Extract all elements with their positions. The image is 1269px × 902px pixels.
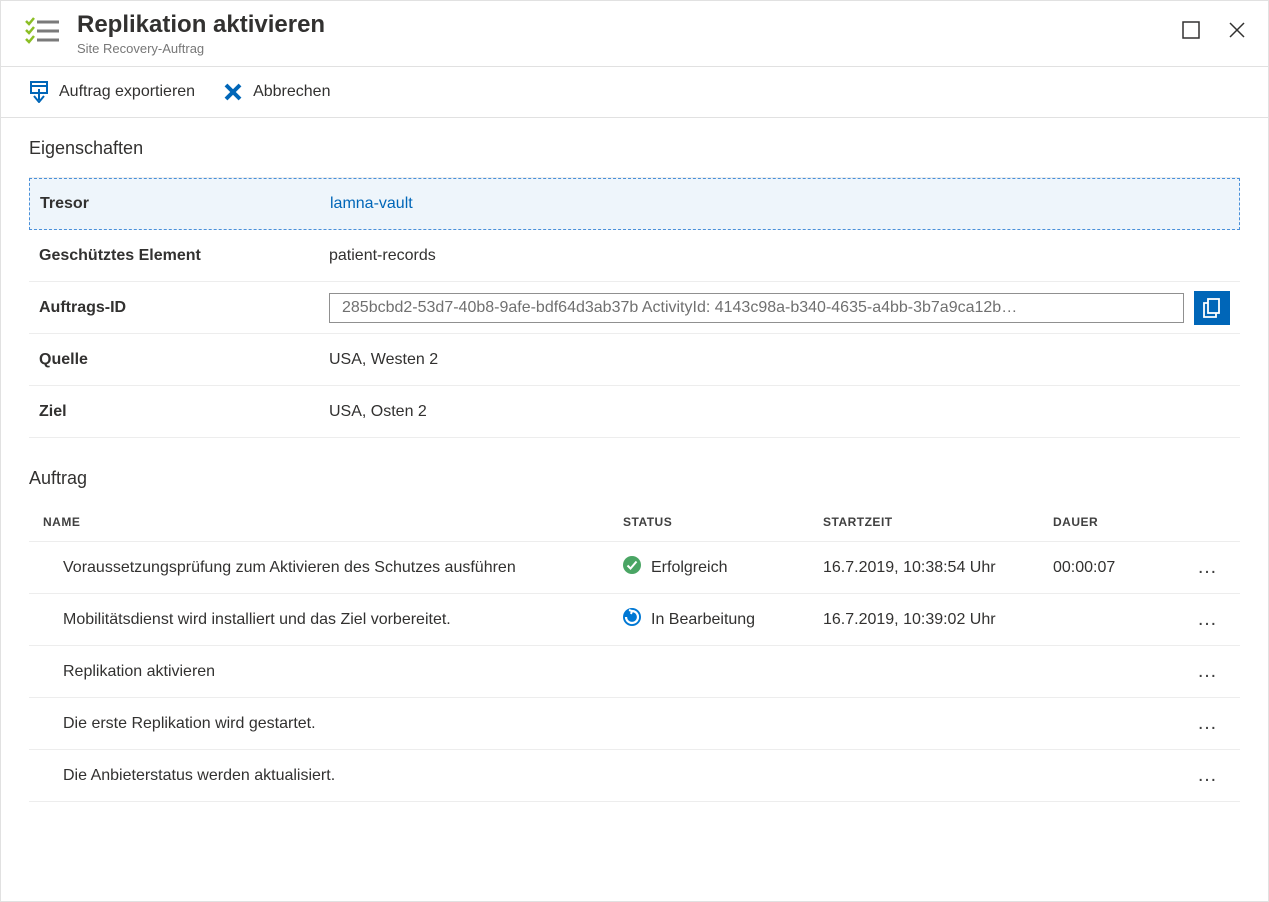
cancel-button[interactable]: Abbrechen <box>223 82 330 102</box>
more-icon: … <box>1197 660 1219 682</box>
prop-label-source: Quelle <box>39 351 329 369</box>
restore-button[interactable] <box>1178 17 1204 43</box>
blade-header: Replikation aktivieren Site Recovery-Auf… <box>1 1 1268 67</box>
prop-value-source: USA, Westen 2 <box>329 351 1230 369</box>
job-row: Voraussetzungsprüfung zum Aktivieren des… <box>29 542 1240 594</box>
more-button[interactable]: … <box>1183 660 1233 683</box>
prop-value-target: USA, Osten 2 <box>329 403 1230 421</box>
job-name: Die erste Replikation wird gestartet. <box>43 715 623 733</box>
job-row: Mobilitätsdienst wird installiert und da… <box>29 594 1240 646</box>
prop-label-jobid: Auftrags-ID <box>39 299 329 317</box>
job-name: Mobilitätsdienst wird installiert und da… <box>43 611 623 629</box>
more-button[interactable]: … <box>1183 764 1233 787</box>
progress-icon <box>623 608 641 631</box>
col-name: NAME <box>43 515 623 529</box>
vault-link[interactable]: lamna-vault <box>330 195 413 213</box>
export-button[interactable]: Auftrag exportieren <box>29 81 195 103</box>
properties-heading: Eigenschaften <box>29 138 1240 159</box>
job-heading: Auftrag <box>29 468 1240 489</box>
prop-value-protected: patient-records <box>329 247 1230 265</box>
jobid-field[interactable]: 285bcbd2-53d7-40b8-9afe-bdf64d3ab37b Act… <box>329 293 1184 323</box>
prop-row-target: Ziel USA, Osten 2 <box>29 386 1240 438</box>
job-row: Replikation aktivieren … <box>29 646 1240 698</box>
prop-label-tresor: Tresor <box>40 195 330 213</box>
page-subtitle: Site Recovery-Auftrag <box>77 41 1178 56</box>
success-icon <box>623 556 641 579</box>
more-button[interactable]: … <box>1183 712 1233 735</box>
job-header-row: NAME STATUS STARTZEIT DAUER <box>29 503 1240 542</box>
col-start: STARTZEIT <box>823 515 1053 529</box>
export-icon <box>29 81 49 103</box>
prop-label-target: Ziel <box>39 403 329 421</box>
more-icon: … <box>1197 608 1219 630</box>
job-start: 16.7.2019, 10:39:02 Uhr <box>823 611 1053 629</box>
prop-row-source: Quelle USA, Westen 2 <box>29 334 1240 386</box>
job-name: Voraussetzungsprüfung zum Aktivieren des… <box>43 559 623 577</box>
job-name: Replikation aktivieren <box>43 663 623 681</box>
status-text: Erfolgreich <box>651 559 727 577</box>
job-status: Erfolgreich <box>623 556 823 579</box>
more-icon: … <box>1197 764 1219 786</box>
more-icon: … <box>1197 712 1219 734</box>
copy-icon <box>1203 298 1221 318</box>
toolbar: Auftrag exportieren Abbrechen <box>1 67 1268 118</box>
job-icon <box>25 17 61 48</box>
more-button[interactable]: … <box>1183 608 1233 631</box>
job-name: Die Anbieterstatus werden aktualisiert. <box>43 767 623 785</box>
restore-icon <box>1182 21 1200 39</box>
prop-row-tresor[interactable]: Tresor lamna-vault <box>29 178 1240 230</box>
export-label: Auftrag exportieren <box>59 83 195 101</box>
status-text: In Bearbeitung <box>651 611 755 629</box>
more-button[interactable]: … <box>1183 556 1233 579</box>
more-icon: … <box>1197 556 1219 578</box>
close-icon <box>1228 21 1246 39</box>
properties-table: Tresor lamna-vault Geschütztes Element p… <box>29 177 1240 438</box>
col-status: STATUS <box>623 515 823 529</box>
cancel-label: Abbrechen <box>253 83 330 101</box>
prop-row-jobid: Auftrags-ID 285bcbd2-53d7-40b8-9afe-bdf6… <box>29 282 1240 334</box>
job-duration: 00:00:07 <box>1053 559 1183 577</box>
copy-button[interactable] <box>1194 291 1230 325</box>
job-status: In Bearbeitung <box>623 608 823 631</box>
job-table: NAME STATUS STARTZEIT DAUER Voraussetzun… <box>29 503 1240 802</box>
job-row: Die Anbieterstatus werden aktualisiert. … <box>29 750 1240 802</box>
job-row: Die erste Replikation wird gestartet. … <box>29 698 1240 750</box>
cancel-icon <box>223 82 243 102</box>
page-title: Replikation aktivieren <box>77 11 1178 39</box>
close-button[interactable] <box>1224 17 1250 43</box>
prop-row-protected: Geschütztes Element patient-records <box>29 230 1240 282</box>
prop-label-protected: Geschütztes Element <box>39 247 329 265</box>
job-start: 16.7.2019, 10:38:54 Uhr <box>823 559 1053 577</box>
col-duration: DAUER <box>1053 515 1183 529</box>
